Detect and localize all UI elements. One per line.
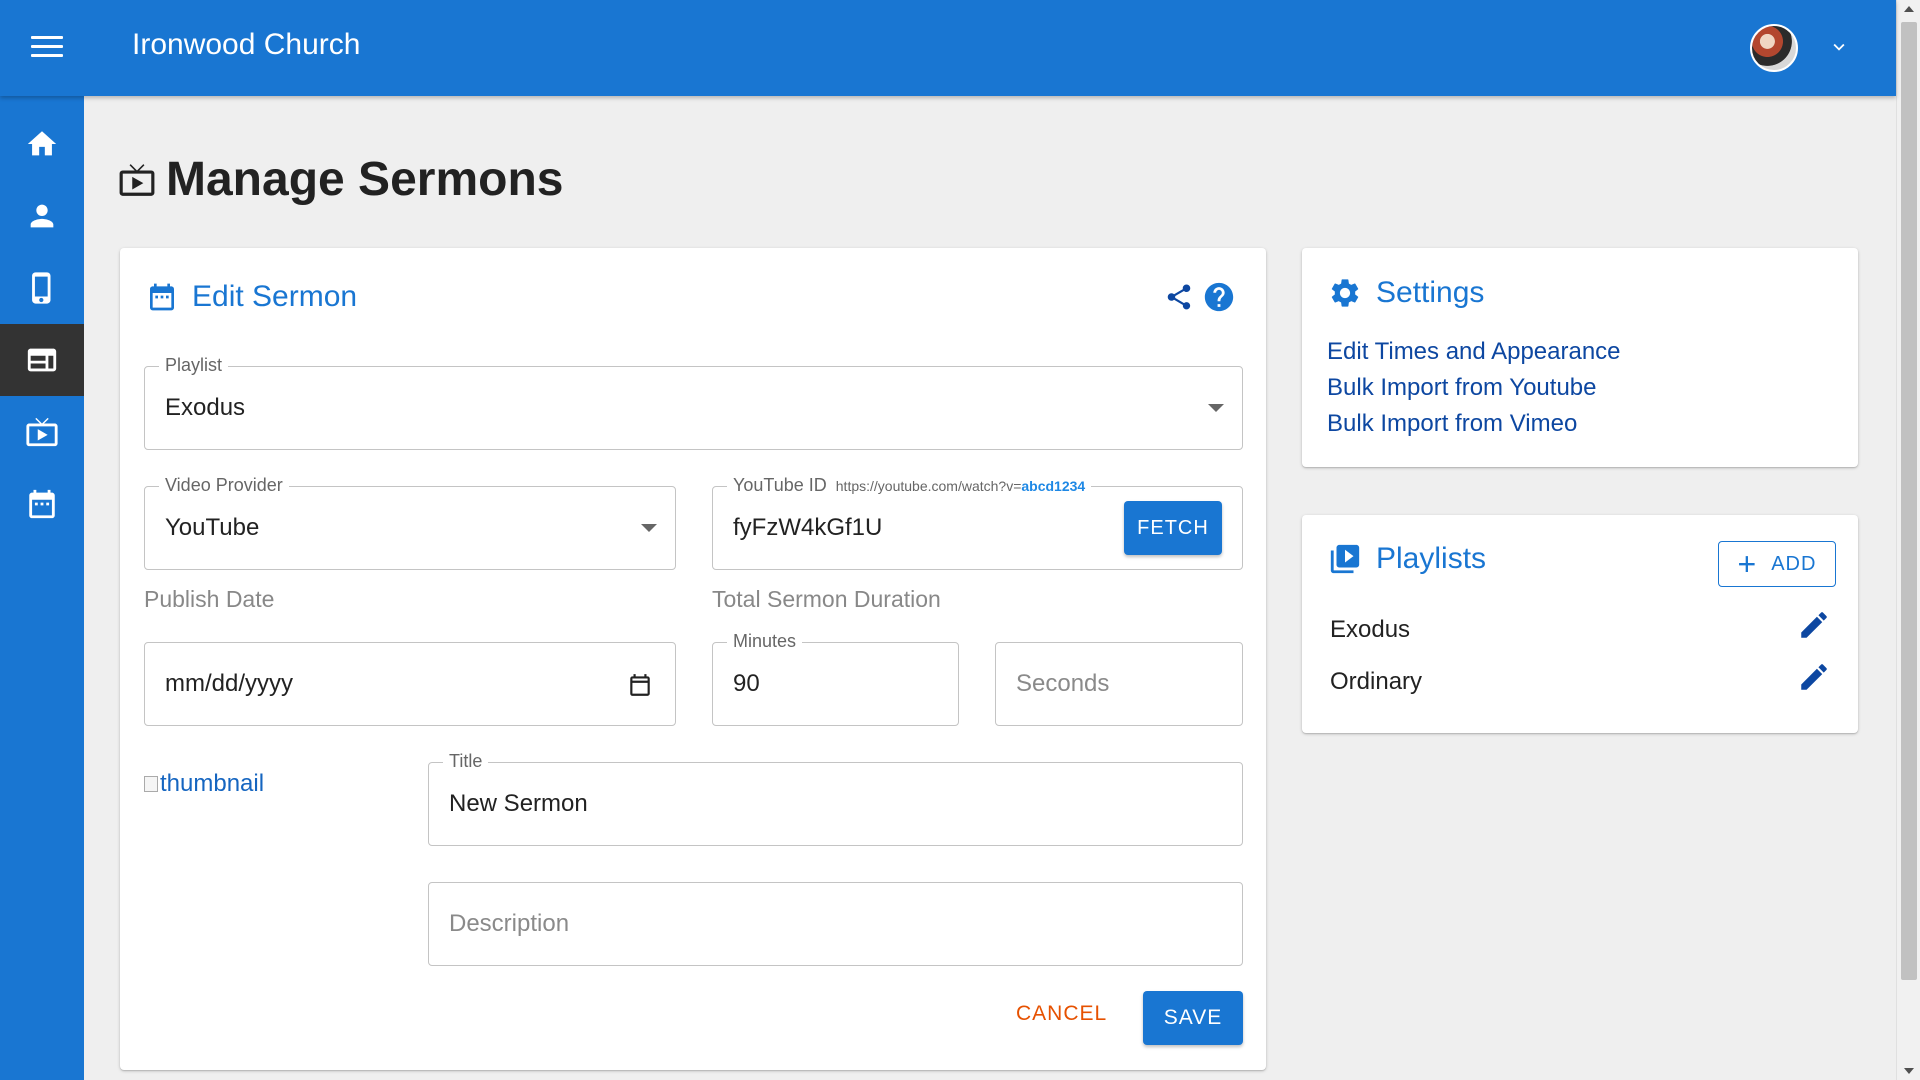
duration-label: Total Sermon Duration bbox=[712, 586, 941, 612]
mobile-icon bbox=[32, 272, 51, 304]
playlist-select[interactable]: Playlist Exodus bbox=[144, 355, 1243, 450]
add-playlist-button[interactable]: + ADD bbox=[1718, 541, 1836, 587]
edit-icon[interactable] bbox=[1797, 608, 1831, 642]
app-bar: Ironwood Church bbox=[0, 0, 1896, 96]
person-icon bbox=[30, 204, 54, 228]
youtube-id-field[interactable]: YouTube ID https://youtube.com/watch?v=a… bbox=[712, 475, 1243, 570]
playlist-item-ordinary: Ordinary bbox=[1330, 668, 1423, 695]
help-icon[interactable] bbox=[1202, 280, 1236, 314]
menu-icon[interactable] bbox=[31, 36, 63, 60]
sidebar-item-home[interactable] bbox=[0, 108, 84, 180]
share-icon[interactable] bbox=[1164, 282, 1194, 312]
dropdown-arrow-icon bbox=[1208, 404, 1224, 412]
broken-image-icon bbox=[144, 776, 158, 792]
description-field[interactable]: Description bbox=[428, 882, 1243, 966]
youtube-url-hint-id: abcd1234 bbox=[1021, 478, 1086, 494]
cancel-button[interactable]: CANCEL bbox=[1016, 1002, 1107, 1026]
page-heading: Manage Sermons bbox=[118, 152, 563, 207]
plus-icon: + bbox=[1737, 546, 1758, 582]
sidebar bbox=[0, 96, 84, 1080]
sidebar-item-sermons[interactable] bbox=[0, 396, 84, 468]
video-provider-select[interactable]: Video Provider YouTube bbox=[144, 475, 676, 570]
settings-title: Settings bbox=[1376, 276, 1485, 309]
playlist-item-exodus: Exodus bbox=[1330, 616, 1411, 643]
scrollbar-thumb[interactable] bbox=[1901, 22, 1917, 980]
sidebar-item-website[interactable] bbox=[0, 324, 84, 396]
page-title: Manage Sermons bbox=[166, 153, 564, 206]
edit-icon[interactable] bbox=[1797, 660, 1831, 694]
gear-icon bbox=[1331, 279, 1359, 307]
video-provider-value: YouTube bbox=[165, 514, 260, 541]
minutes-input[interactable]: Minutes 90 bbox=[712, 631, 959, 726]
save-button[interactable]: SAVE bbox=[1143, 991, 1243, 1045]
fetch-button[interactable]: FETCH bbox=[1124, 501, 1222, 555]
scroll-up-icon[interactable] bbox=[1904, 6, 1914, 12]
website-icon bbox=[27, 348, 57, 372]
minutes-value: 90 bbox=[733, 670, 760, 697]
seconds-placeholder: Seconds bbox=[1016, 670, 1110, 697]
title-field[interactable]: Title New Sermon bbox=[428, 751, 1243, 846]
publish-date-placeholder: mm/dd/yyyy bbox=[165, 670, 294, 697]
avatar[interactable] bbox=[1750, 24, 1798, 72]
playlist-play-icon bbox=[1330, 544, 1360, 574]
add-label: ADD bbox=[1771, 552, 1817, 575]
app-title: Ironwood Church bbox=[132, 28, 361, 61]
thumbnail-alt-text: thumbnail bbox=[160, 770, 265, 797]
calendar-icon bbox=[150, 283, 174, 311]
tv-play-icon bbox=[119, 163, 155, 196]
page-scrollbar[interactable] bbox=[1896, 0, 1920, 1080]
sidebar-item-mobile[interactable] bbox=[0, 252, 84, 324]
calendar-picker-icon[interactable] bbox=[627, 672, 653, 698]
description-placeholder: Description bbox=[449, 910, 570, 937]
sidebar-item-calendar[interactable] bbox=[0, 468, 84, 540]
calendar-icon bbox=[29, 489, 55, 519]
edit-times-link[interactable]: Edit Times and Appearance bbox=[1327, 338, 1621, 366]
tv-play-icon bbox=[26, 417, 58, 447]
publish-date-label: Publish Date bbox=[144, 586, 275, 612]
bulk-import-vimeo-link[interactable]: Bulk Import from Vimeo bbox=[1327, 410, 1577, 438]
bulk-import-youtube-link[interactable]: Bulk Import from Youtube bbox=[1327, 374, 1596, 402]
playlist-value: Exodus bbox=[165, 394, 246, 421]
edit-sermon-title: Edit Sermon bbox=[192, 280, 358, 313]
edit-sermon-header: Edit Sermon bbox=[146, 280, 357, 314]
chevron-down-icon[interactable] bbox=[1828, 36, 1850, 58]
thumbnail-image[interactable]: thumbnail bbox=[144, 770, 264, 798]
home-icon bbox=[27, 131, 57, 156]
dropdown-arrow-icon bbox=[641, 524, 657, 532]
playlists-header: Playlists bbox=[1328, 542, 1486, 576]
title-value: New Sermon bbox=[449, 790, 588, 817]
playlists-title: Playlists bbox=[1376, 542, 1487, 575]
scroll-down-icon[interactable] bbox=[1904, 1068, 1914, 1074]
sidebar-item-people[interactable] bbox=[0, 180, 84, 252]
settings-header: Settings bbox=[1328, 276, 1484, 310]
publish-date-input[interactable]: mm/dd/yyyy bbox=[144, 642, 676, 726]
youtube-id-value: fyFzW4kGf1U bbox=[733, 514, 883, 541]
seconds-input[interactable]: Seconds bbox=[995, 642, 1243, 726]
